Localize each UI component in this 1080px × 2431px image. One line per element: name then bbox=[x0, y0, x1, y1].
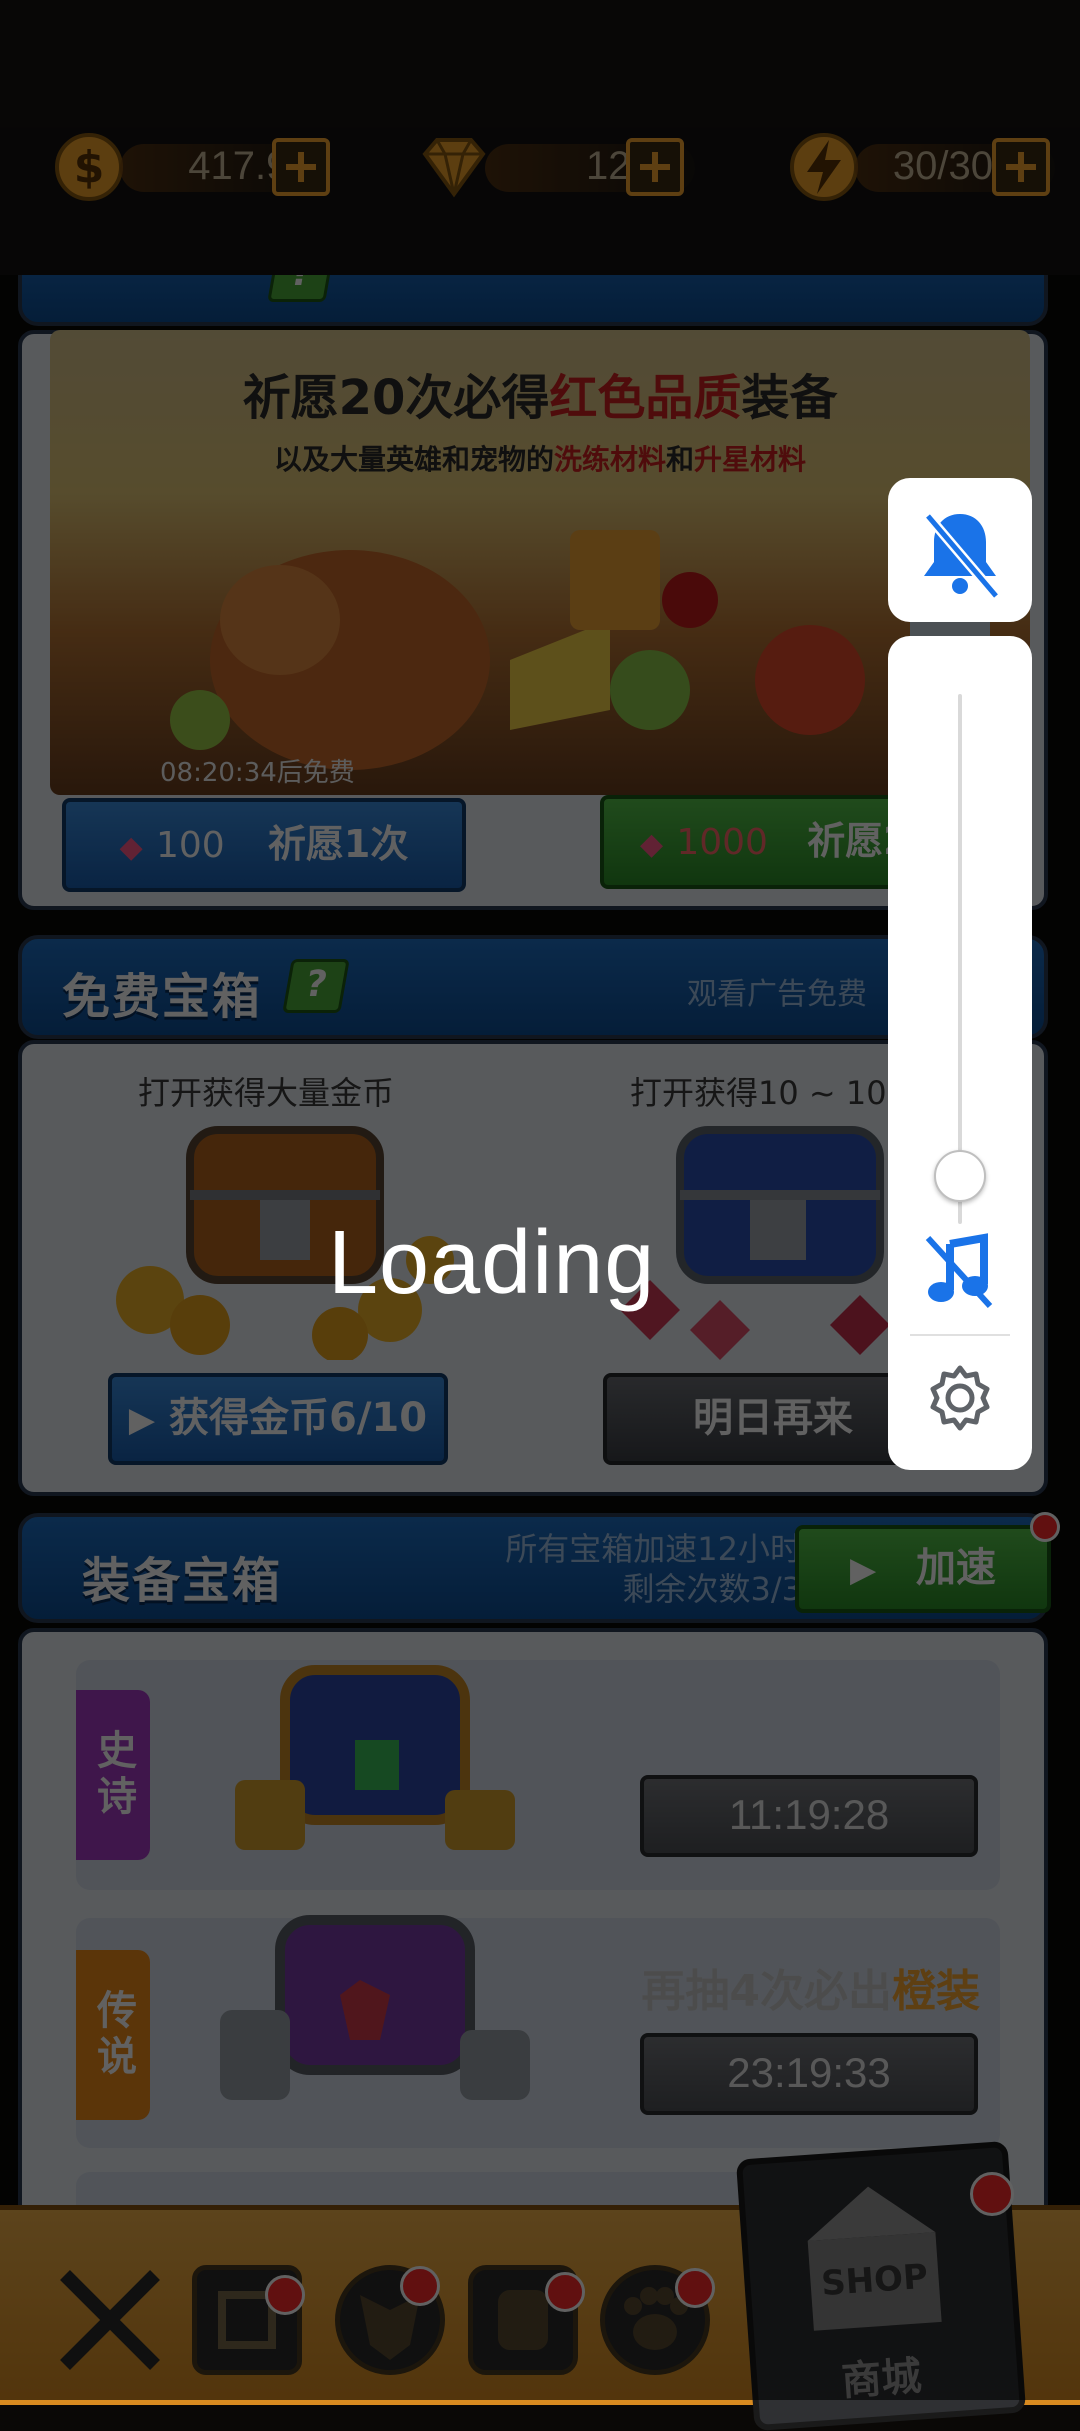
epic-chest-timer: 11:19:28 bbox=[640, 1775, 978, 1857]
volume-slider-thumb[interactable] bbox=[934, 1150, 986, 1202]
legend-hint-part1: 再抽4次必出 bbox=[641, 1966, 892, 2017]
wish-multi-cost: 1000 bbox=[676, 822, 768, 863]
equip-chest-title: 装备宝箱 bbox=[82, 1553, 283, 1609]
wish-subtitle-part1: 以及大量英雄和宠物的 bbox=[273, 443, 554, 476]
wish-once-cost: 100 bbox=[155, 825, 225, 866]
lightning-icon bbox=[790, 133, 858, 201]
shop-sign-text: SHOP bbox=[820, 2257, 929, 2304]
speedup-label: 加速 bbox=[916, 1545, 997, 1591]
notification-dot bbox=[400, 2266, 440, 2306]
legend-chest-icon bbox=[220, 1915, 530, 2100]
loading-text: Loading bbox=[328, 1213, 656, 1313]
volume-slider-track[interactable] bbox=[958, 694, 962, 1224]
help-icon[interactable]: ? bbox=[282, 959, 350, 1013]
svg-text:$: $ bbox=[74, 142, 105, 193]
wish-title-part3: 装备 bbox=[741, 370, 838, 426]
wish-once-label: 祈愿1次 bbox=[267, 822, 409, 866]
gem-icon: ◆ bbox=[119, 830, 143, 865]
legend-hint-highlight: 橙装 bbox=[892, 1966, 980, 2017]
get-coins-label: 获得金币6/10 bbox=[168, 1395, 428, 1441]
wish-title-part1: 祈愿20次必得 bbox=[242, 370, 550, 426]
nav-battle[interactable] bbox=[55, 2265, 165, 2375]
notification-dot bbox=[970, 2172, 1014, 2216]
wish-banner: 祈愿20次必得红色品质装备 以及大量英雄和宠物的洗练材料和升星材料 08:20:… bbox=[50, 330, 1030, 795]
legend-tag: 传说 bbox=[76, 1950, 150, 2120]
notification-dot bbox=[265, 2275, 305, 2315]
bell-off-icon bbox=[924, 512, 1000, 600]
volume-panel bbox=[888, 636, 1032, 1470]
ringer-mode-button[interactable] bbox=[888, 478, 1032, 622]
gear-icon[interactable] bbox=[926, 1364, 994, 1432]
energy-amount: 30/30 bbox=[892, 144, 993, 188]
speedup-info-line1: 所有宝箱加速12小时 bbox=[505, 1530, 802, 1568]
epic-chest-icon bbox=[235, 1665, 515, 1850]
video-icon: ▶ bbox=[849, 1550, 877, 1590]
gem-icon: ◆ bbox=[640, 827, 664, 862]
wish-subtitle-part3: 和 bbox=[666, 443, 695, 476]
wish-subtitle-highlight2: 升星材料 bbox=[694, 443, 807, 476]
free-timer-text: 08:20:34后免费 bbox=[160, 758, 355, 788]
free-chest-title: 免费宝箱 bbox=[62, 969, 263, 1025]
wish-once-button[interactable]: ◆ 100 祈愿1次 bbox=[62, 798, 466, 892]
divider bbox=[910, 1334, 1010, 1336]
notification-dot bbox=[675, 2268, 715, 2308]
coin-chest-desc: 打开获得大量金币 bbox=[138, 1074, 395, 1112]
notification-dot bbox=[545, 2272, 585, 2312]
epic-tag: 史诗 bbox=[76, 1690, 150, 1860]
get-coins-button[interactable]: ▶ 获得金币6/10 bbox=[108, 1373, 448, 1465]
shop-building-icon: SHOP bbox=[807, 2186, 942, 2331]
coin-icon: $ bbox=[55, 133, 123, 201]
crossed-swords-icon bbox=[60, 2270, 160, 2370]
media-volume-muted-icon[interactable] bbox=[924, 1232, 996, 1312]
notification-dot bbox=[1030, 1512, 1060, 1542]
wish-title-highlight: 红色品质 bbox=[549, 370, 742, 426]
come-back-label: 明日再来 bbox=[693, 1395, 853, 1441]
watch-ad-hint: 观看广告免费 bbox=[687, 977, 867, 1012]
speedup-info-line2: 剩余次数3/3 bbox=[622, 1570, 802, 1608]
speedup-button[interactable]: ▶ 加速 bbox=[795, 1525, 1051, 1613]
gem-icon bbox=[422, 138, 486, 198]
wish-subtitle-highlight1: 洗练材料 bbox=[553, 443, 666, 476]
legend-chest-timer: 23:19:33 bbox=[640, 2033, 978, 2115]
video-icon: ▶ bbox=[128, 1400, 156, 1440]
